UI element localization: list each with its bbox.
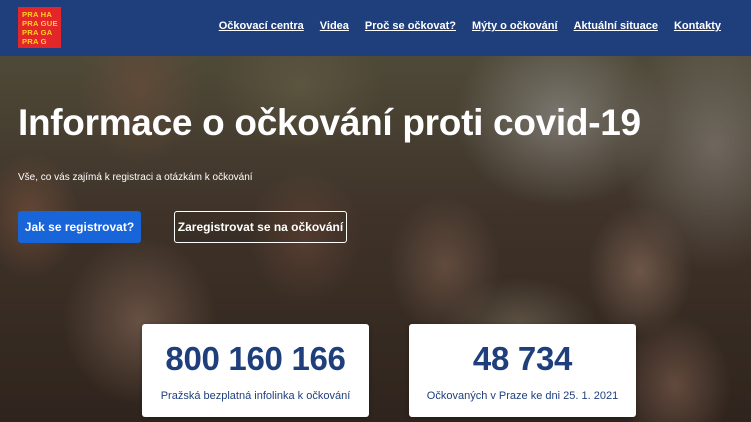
infoline-number[interactable]: 800 160 166	[142, 340, 369, 378]
nav-link-why-vaccinate[interactable]: Proč se očkovat?	[365, 20, 456, 32]
nav-link-current-situation[interactable]: Aktuální situace	[574, 20, 658, 32]
nav-link-videos[interactable]: Videa	[320, 20, 349, 32]
page-title: Informace o očkování proti covid-19	[18, 102, 641, 143]
nav-link-vaccination-centers[interactable]: Očkovací centra	[219, 20, 304, 32]
logo-line: PRA HA	[22, 10, 53, 19]
praha-logo[interactable]: PRA HA PRA GUE PRA GA PRA G	[18, 7, 61, 48]
infoline-card: 800 160 166 Pražská bezplatná infolinka …	[142, 324, 369, 417]
nav-link-contacts[interactable]: Kontakty	[674, 20, 721, 32]
logo-line: PRA G	[22, 37, 47, 46]
vaccinated-count: 48 734	[472, 340, 573, 377]
register-for-vaccination-button[interactable]: Zaregistrovat se na očkování	[174, 211, 347, 243]
infoline-caption: Pražská bezplatná infolinka k očkování	[160, 390, 351, 402]
logo-line: PRA GA	[22, 28, 53, 37]
main-nav: Očkovací centra Videa Proč se očkovat? M…	[203, 20, 721, 32]
top-navigation-bar: PRA HA PRA GUE PRA GA PRA G Očkovací cen…	[0, 0, 751, 56]
vaccinated-count-card: 48 734 Očkovaných v Praze ke dni 25. 1. …	[409, 324, 636, 417]
vaccinated-count-caption: Očkovaných v Praze ke dni 25. 1. 2021	[426, 390, 619, 402]
nav-link-myths[interactable]: Mýty o očkování	[472, 20, 558, 32]
how-to-register-button[interactable]: Jak se registrovat?	[18, 211, 141, 243]
hero-subtitle: Vše, co vás zajímá k registraci a otázká…	[18, 172, 253, 183]
logo-line: PRA GUE	[22, 19, 58, 28]
